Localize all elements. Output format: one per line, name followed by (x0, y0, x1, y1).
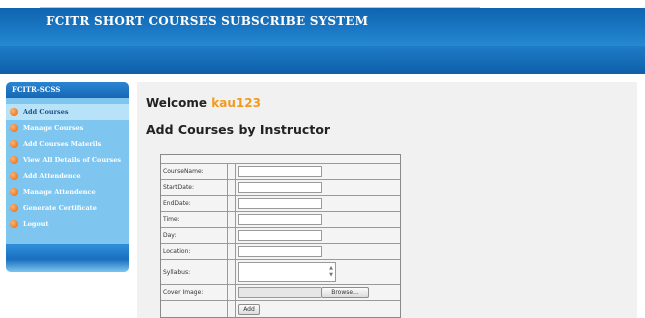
sidebar-item-label: View All Details of Courses (23, 156, 121, 164)
sidebar-item-label: Add Courses Materils (23, 140, 102, 148)
browser-top-strip (0, 0, 645, 8)
page-area: FCITR-SCSS Add Courses Manage Courses Ad… (0, 74, 645, 318)
header-band (0, 46, 645, 74)
cover-image-label: Cover Image: (161, 285, 228, 300)
welcome-prefix: Welcome (146, 96, 208, 110)
end-date-label: EndDate: (161, 196, 228, 211)
sidebar-item-label: Manage Courses (23, 124, 84, 132)
sidebar-item-add-courses[interactable]: Add Courses (6, 104, 129, 120)
sidebar-item-label: Manage Attendence (23, 188, 96, 196)
cover-image-file-input: Browse... (238, 287, 369, 298)
day-input[interactable] (238, 230, 322, 241)
sidebar-item-generate-certificate[interactable]: Generate Certificate (6, 200, 129, 216)
orange-bullet-icon (10, 140, 18, 148)
course-name-input[interactable] (238, 166, 322, 177)
add-course-form: CourseName: StartDate: EndDate: Time: Da (160, 154, 401, 318)
form-row: Cover Image: Browse... (161, 285, 400, 301)
form-row: CourseName: (161, 164, 400, 180)
textarea-scroll-arrows-icon: ▲ ▼ (329, 265, 333, 278)
sidebar-item-label: Generate Certificate (23, 204, 97, 212)
sidebar-item-add-course-materials[interactable]: Add Courses Materils (6, 136, 129, 152)
sidebar-item-label: Add Courses (23, 108, 69, 116)
sidebar: FCITR-SCSS Add Courses Manage Courses Ad… (6, 82, 129, 272)
sidebar-item-label: Logout (23, 220, 49, 228)
orange-bullet-icon (10, 156, 18, 164)
orange-bullet-icon (10, 108, 18, 116)
browse-button[interactable]: Browse... (321, 287, 369, 298)
sidebar-menu: Add Courses Manage Courses Add Courses M… (6, 104, 129, 232)
sidebar-item-logout[interactable]: Logout (6, 216, 129, 232)
course-name-label: CourseName: (161, 164, 228, 179)
add-button[interactable]: Add (238, 303, 260, 315)
site-title: FCITR SHORT COURSES SUBSCRIBE SYSTEM (46, 14, 369, 28)
form-row: Day: (161, 228, 400, 244)
location-input[interactable] (238, 246, 322, 257)
time-input[interactable] (238, 214, 322, 225)
day-label: Day: (161, 228, 228, 243)
orange-bullet-icon (10, 172, 18, 180)
start-date-label: StartDate: (161, 180, 228, 195)
form-row: Syllabus: ▲ ▼ (161, 260, 400, 285)
orange-bullet-icon (10, 204, 18, 212)
sidebar-footer (6, 244, 129, 272)
header-banner: FCITR SHORT COURSES SUBSCRIBE SYSTEM (0, 0, 645, 74)
location-label: Location: (161, 244, 228, 259)
username: kau123 (211, 96, 261, 110)
form-row: StartDate: (161, 180, 400, 196)
orange-bullet-icon (10, 220, 18, 228)
page-title: Add Courses by Instructor (146, 122, 331, 137)
sidebar-item-label: Add Attendence (23, 172, 81, 180)
file-path-field[interactable] (238, 287, 321, 298)
form-row: EndDate: (161, 196, 400, 212)
start-date-input[interactable] (238, 182, 322, 193)
sidebar-item-manage-attendance[interactable]: Manage Attendence (6, 184, 129, 200)
form-row: Time: (161, 212, 400, 228)
form-row: Location: (161, 244, 400, 260)
sidebar-item-add-attendance[interactable]: Add Attendence (6, 168, 129, 184)
sidebar-item-manage-courses[interactable]: Manage Courses (6, 120, 129, 136)
form-row: Add (161, 301, 400, 317)
time-label: Time: (161, 212, 228, 227)
sidebar-item-view-all-details[interactable]: View All Details of Courses (6, 152, 129, 168)
welcome-message: Welcome kau123 (146, 96, 261, 110)
orange-bullet-icon (10, 124, 18, 132)
syllabus-label: Syllabus: (161, 260, 228, 284)
sidebar-heading: FCITR-SCSS (6, 82, 129, 98)
form-header-row (161, 155, 400, 164)
orange-bullet-icon (10, 188, 18, 196)
syllabus-textarea[interactable]: ▲ ▼ (238, 262, 336, 282)
end-date-input[interactable] (238, 198, 322, 209)
main-content: Welcome kau123 Add Courses by Instructor… (137, 82, 637, 318)
